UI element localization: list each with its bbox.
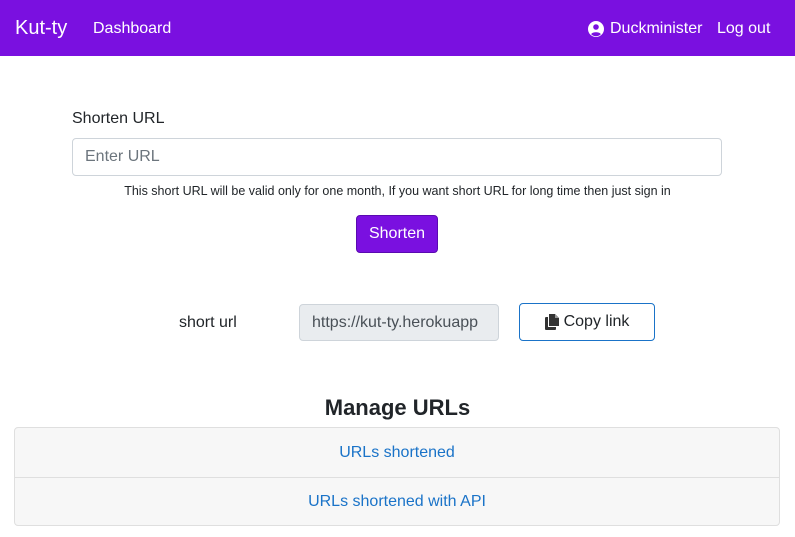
copy-link-label: Copy link <box>563 313 630 330</box>
validity-hint: This short URL will be valid only for on… <box>124 184 671 198</box>
shorten-button[interactable]: Shorten <box>356 215 438 253</box>
list-item-urls-shortened-api[interactable]: URLs shortened with API <box>15 477 779 525</box>
shorten-url-label: Shorten URL <box>72 110 165 127</box>
list-item-urls-shortened[interactable]: URLs shortened <box>15 428 779 477</box>
navbar: Kut-ty Dashboard Duckminister Log out <box>0 0 795 56</box>
copy-icon <box>544 314 559 330</box>
nav-user-link[interactable]: Duckminister <box>588 19 702 39</box>
nav-dashboard-link[interactable]: Dashboard <box>93 19 171 39</box>
short-url-label: short url <box>179 314 237 331</box>
manage-urls-heading: Manage URLs <box>324 395 471 420</box>
short-url-field[interactable] <box>299 304 499 341</box>
user-circle-icon <box>588 21 604 37</box>
manage-urls-list: URLs shortened URLs shortened with API <box>14 427 780 526</box>
copy-link-button[interactable]: Copy link <box>519 303 655 341</box>
url-input[interactable] <box>72 138 722 176</box>
logout-link[interactable]: Log out <box>717 19 770 39</box>
brand-link[interactable]: Kut-ty <box>15 16 67 40</box>
nav-username: Duckminister <box>610 20 703 37</box>
